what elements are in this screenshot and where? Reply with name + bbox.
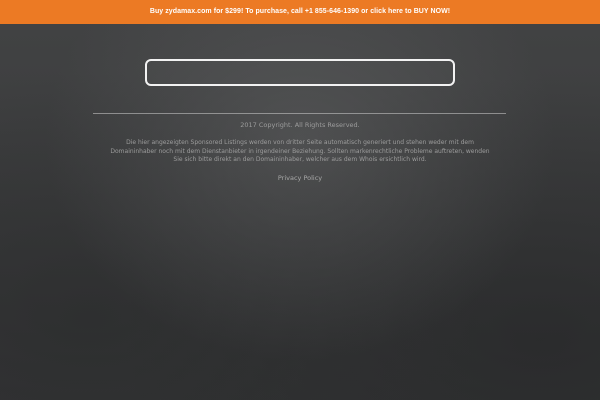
search-box[interactable] [145, 59, 455, 86]
footer: 2017 Copyright. All Rights Reserved. Die… [110, 121, 490, 184]
divider [93, 113, 506, 114]
buy-domain-banner[interactable]: Buy zydamax.com for $299! To purchase, c… [0, 0, 600, 24]
copyright-text: 2017 Copyright. All Rights Reserved. [240, 121, 360, 129]
privacy-policy-link[interactable]: Privacy Policy [278, 174, 322, 183]
disclaimer-text: Die hier angezeigten Sponsored Listings … [110, 139, 490, 164]
